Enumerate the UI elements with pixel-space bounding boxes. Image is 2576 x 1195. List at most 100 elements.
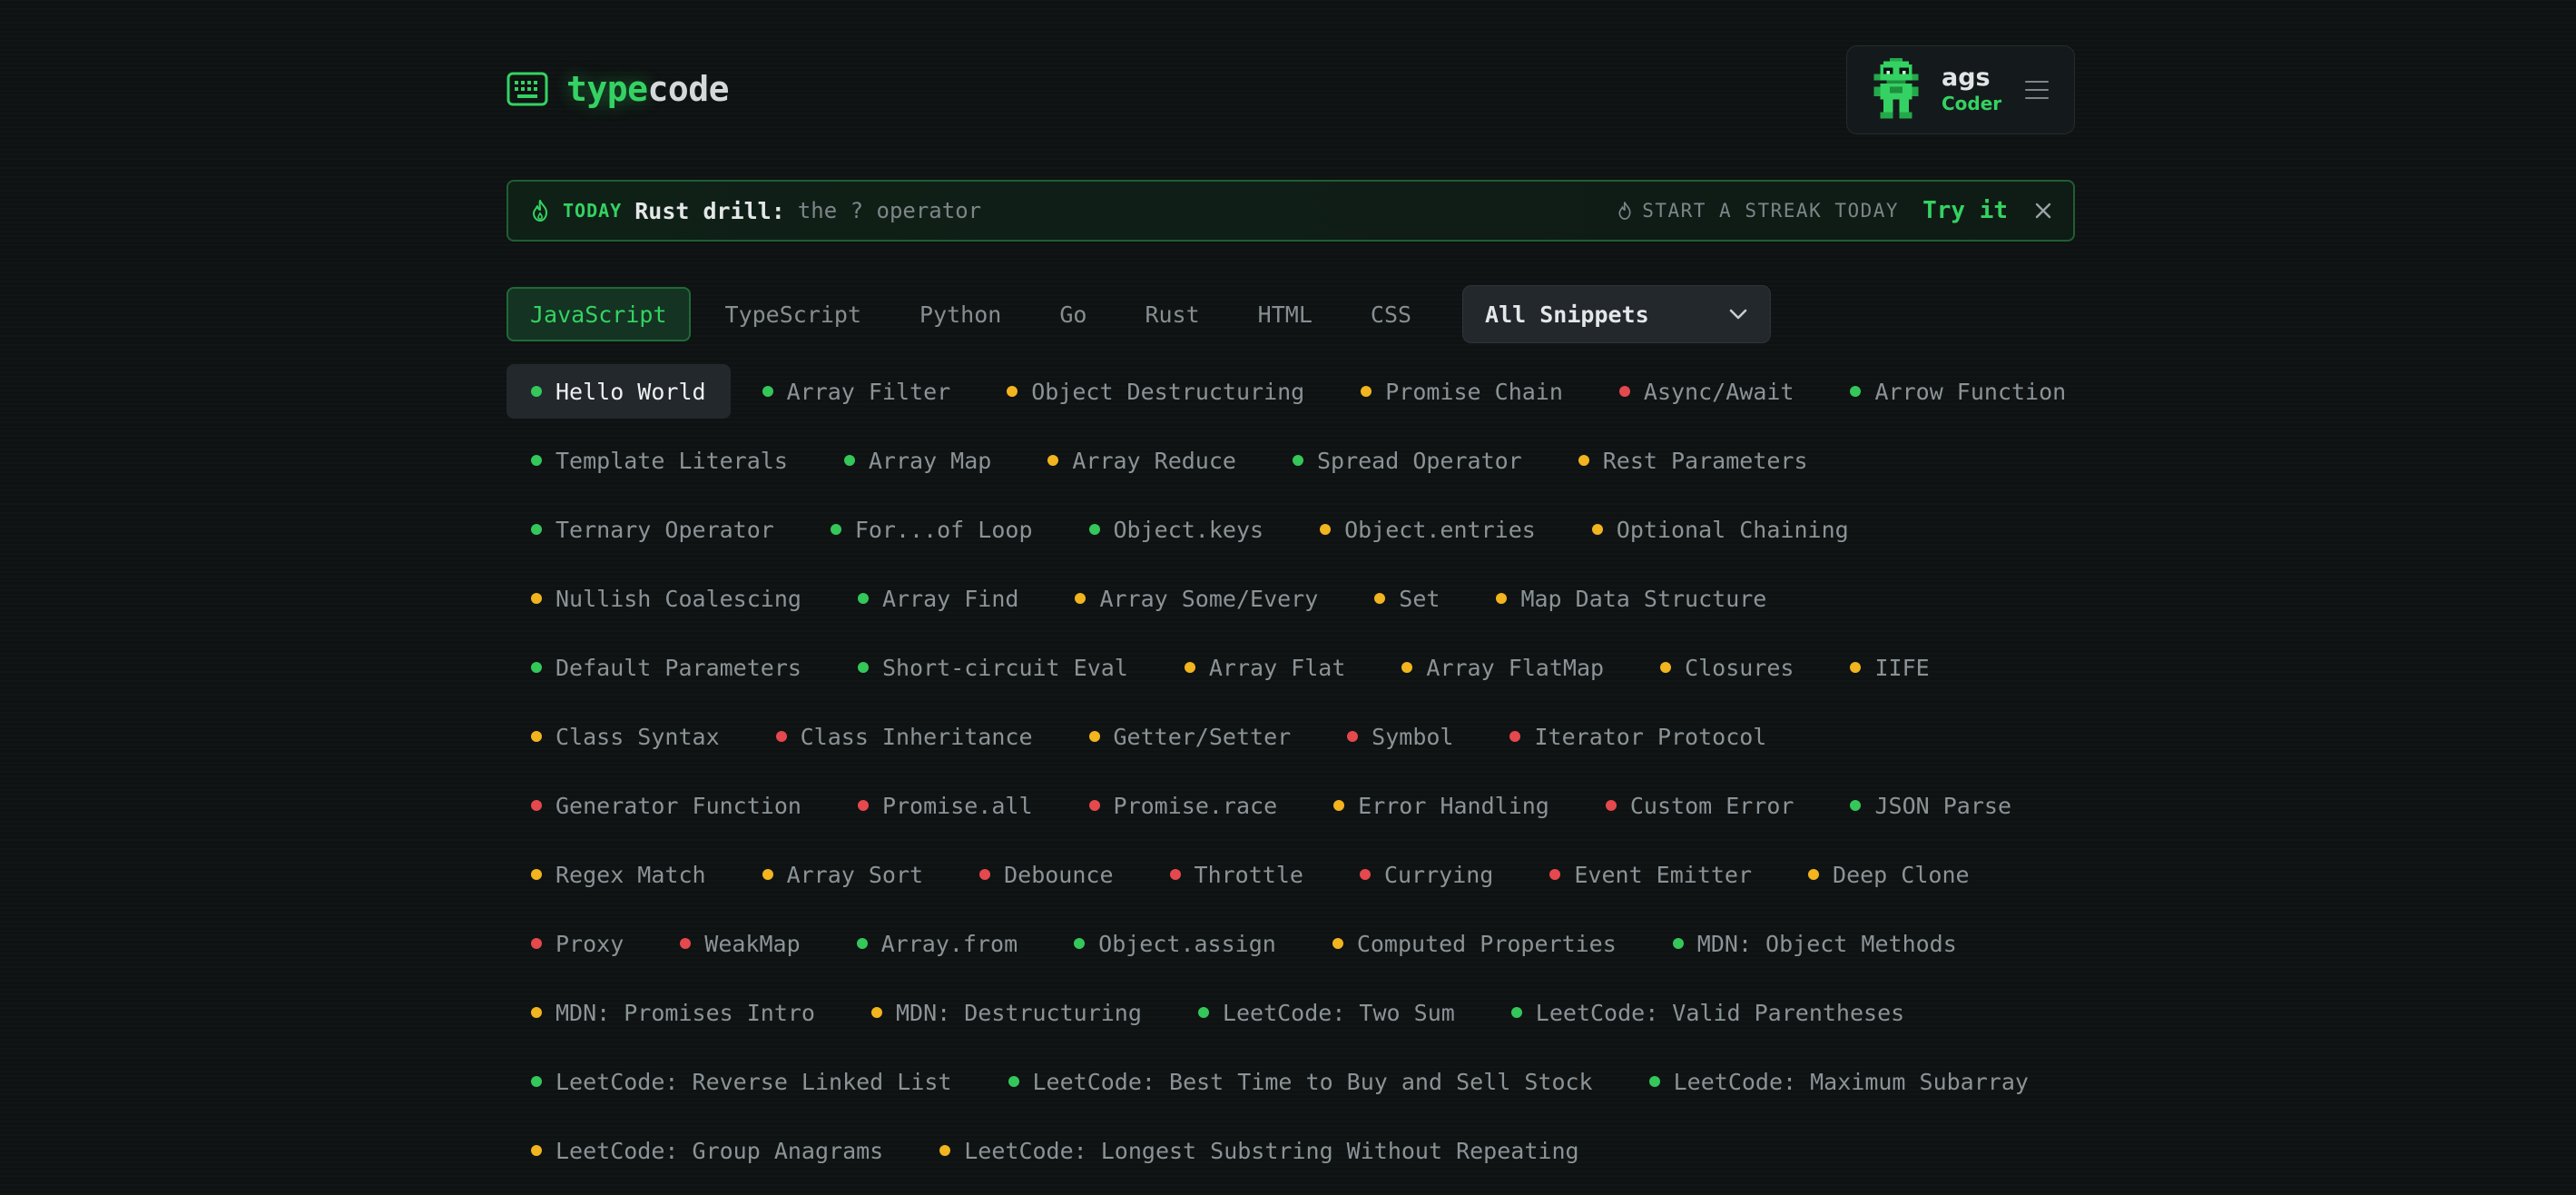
language-tabs: JavaScript TypeScript Python Go Rust HTM…: [506, 285, 1772, 343]
snippet-item[interactable]: Getter/Setter: [1065, 709, 1316, 764]
snippet-item[interactable]: Ternary Operator: [506, 502, 799, 557]
tab-typescript[interactable]: TypeScript: [702, 287, 886, 341]
snippet-item[interactable]: Spread Operator: [1268, 433, 1547, 488]
difficulty-dot: [531, 869, 542, 880]
tab-rust[interactable]: Rust: [1121, 287, 1223, 341]
snippet-filter-select[interactable]: All Snippets: [1462, 285, 1772, 343]
close-icon[interactable]: [2035, 202, 2051, 219]
difficulty-dot: [1401, 662, 1413, 673]
difficulty-dot: [775, 731, 787, 742]
snippet-item[interactable]: LeetCode: Group Anagrams: [506, 1123, 908, 1178]
snippet-item[interactable]: Array Filter: [738, 364, 976, 419]
snippet-item[interactable]: Arrow Function: [1825, 364, 2090, 419]
snippet-item[interactable]: Template Literals: [506, 433, 812, 488]
chevron-down-icon: [1729, 309, 1747, 320]
tab-html[interactable]: HTML: [1234, 287, 1336, 341]
snippet-label: Error Handling: [1358, 792, 1549, 819]
snippet-item[interactable]: Symbol: [1322, 709, 1478, 764]
try-it-button[interactable]: Try it: [1922, 197, 2008, 224]
snippet-item[interactable]: Class Syntax: [506, 709, 744, 764]
snippet-item[interactable]: Event Emitter: [1525, 847, 1776, 902]
snippet-item[interactable]: Generator Function: [506, 778, 826, 833]
snippet-item[interactable]: Hello World: [506, 364, 731, 419]
snippet-item[interactable]: IIFE: [1825, 640, 1953, 695]
snippet-label: Short-circuit Eval: [881, 654, 1128, 681]
difficulty-dot: [1618, 386, 1630, 397]
snippet-item[interactable]: Optional Chaining: [1568, 502, 1873, 557]
logo[interactable]: typecode: [506, 69, 730, 109]
snippet-item[interactable]: Throttle: [1145, 847, 1328, 902]
snippet-item[interactable]: Promise Chain: [1336, 364, 1588, 419]
snippet-item[interactable]: Object.entries: [1295, 502, 1560, 557]
snippet-item[interactable]: Short-circuit Eval: [833, 640, 1153, 695]
snippet-item[interactable]: Regex Match: [506, 847, 731, 902]
difficulty-dot: [1320, 524, 1332, 535]
snippet-item[interactable]: LeetCode: Longest Substring Without Repe…: [915, 1123, 1603, 1178]
tab-python[interactable]: Python: [896, 287, 1025, 341]
snippet-item[interactable]: Array.from: [832, 916, 1043, 971]
snippet-item[interactable]: Deep Clone: [1784, 847, 1994, 902]
snippet-item[interactable]: LeetCode: Maximum Subarray: [1625, 1054, 2053, 1109]
snippet-item[interactable]: WeakMap: [655, 916, 824, 971]
difficulty-dot: [1359, 869, 1371, 880]
snippet-item[interactable]: Array Map: [820, 433, 1016, 488]
snippet-item[interactable]: Array Flat: [1160, 640, 1371, 695]
snippet-item[interactable]: MDN: Destructuring: [847, 985, 1166, 1040]
difficulty-dot: [1648, 1076, 1660, 1087]
snippet-label: Generator Function: [556, 792, 801, 819]
difficulty-dot: [1605, 800, 1617, 811]
snippet-item[interactable]: Map Data Structure: [1471, 571, 1791, 626]
snippet-item[interactable]: Iterator Protocol: [1485, 709, 1791, 764]
snippet-item[interactable]: For...of Loop: [806, 502, 1057, 557]
snippet-item[interactable]: MDN: Promises Intro: [506, 985, 840, 1040]
difficulty-dot: [680, 938, 692, 949]
snippet-row: Hello World Array Filter Object Destructur…: [506, 364, 2104, 433]
snippet-item[interactable]: LeetCode: Reverse Linked List: [506, 1054, 977, 1109]
snippet-item[interactable]: MDN: Object Methods: [1648, 916, 1981, 971]
snippet-item[interactable]: Array FlatMap: [1377, 640, 1628, 695]
snippet-item[interactable]: LeetCode: Two Sum: [1174, 985, 1480, 1040]
snippet-item[interactable]: Default Parameters: [506, 640, 826, 695]
snippet-item[interactable]: Currying: [1335, 847, 1518, 902]
user-card[interactable]: ags Coder: [1846, 45, 2075, 134]
snippet-item[interactable]: Object Destructuring: [982, 364, 1329, 419]
snippet-item[interactable]: LeetCode: Valid Parentheses: [1487, 985, 1929, 1040]
snippet-item[interactable]: Object.keys: [1065, 502, 1289, 557]
snippet-item[interactable]: Error Handling: [1309, 778, 1574, 833]
snippet-row: LeetCode: Reverse Linked List LeetCode: B…: [506, 1054, 2104, 1123]
tab-css[interactable]: CSS: [1347, 287, 1435, 341]
snippet-item[interactable]: Array Find: [833, 571, 1044, 626]
snippet-item[interactable]: Proxy: [506, 916, 648, 971]
snippet-item[interactable]: Closures: [1636, 640, 1818, 695]
snippet-label: Async/Await: [1643, 378, 1794, 405]
snippet-item[interactable]: Array Reduce: [1023, 433, 1261, 488]
difficulty-dot: [1808, 869, 1820, 880]
snippet-list: Hello World Array Filter Object Destructur…: [506, 364, 2104, 1192]
snippet-label: Class Syntax: [556, 723, 720, 750]
snippet-item[interactable]: Promise.all: [833, 778, 1057, 833]
snippet-item[interactable]: JSON Parse: [1825, 778, 2036, 833]
snippet-item[interactable]: Debounce: [955, 847, 1137, 902]
snippet-label: LeetCode: Maximum Subarray: [1673, 1068, 2029, 1095]
snippet-item[interactable]: Class Inheritance: [752, 709, 1057, 764]
snippet-item[interactable]: Array Some/Every: [1050, 571, 1342, 626]
snippet-item[interactable]: Set: [1350, 571, 1464, 626]
tab-go[interactable]: Go: [1036, 287, 1110, 341]
snippet-item[interactable]: LeetCode: Best Time to Buy and Sell Stoc…: [984, 1054, 1617, 1109]
snippet-item[interactable]: Computed Properties: [1308, 916, 1641, 971]
snippet-item[interactable]: Rest Parameters: [1554, 433, 1833, 488]
snippet-item[interactable]: Promise.race: [1065, 778, 1303, 833]
snippet-label: Object.assign: [1098, 930, 1276, 957]
snippet-label: Array Flat: [1208, 654, 1346, 681]
hamburger-menu-icon[interactable]: [2025, 81, 2049, 101]
difficulty-dot: [1850, 662, 1862, 673]
snippet-item[interactable]: Nullish Coalescing: [506, 571, 826, 626]
tab-javascript[interactable]: JavaScript: [506, 287, 691, 341]
snippet-item[interactable]: Object.assign: [1049, 916, 1301, 971]
snippet-label: Default Parameters: [556, 654, 801, 681]
snippet-item[interactable]: Custom Error: [1581, 778, 1819, 833]
snippet-item[interactable]: Async/Await: [1595, 364, 1819, 419]
snippet-label: LeetCode: Best Time to Buy and Sell Stoc…: [1032, 1068, 1593, 1095]
difficulty-dot: [531, 938, 542, 949]
snippet-item[interactable]: Array Sort: [738, 847, 949, 902]
